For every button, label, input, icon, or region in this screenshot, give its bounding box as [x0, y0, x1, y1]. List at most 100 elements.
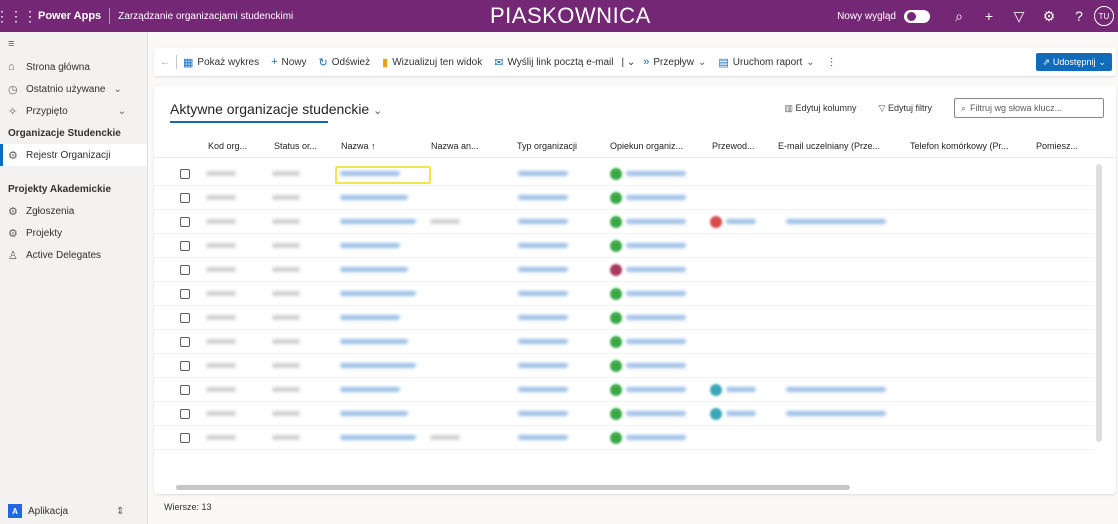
show-chart-button[interactable]: ▦ Pokaż wykres	[177, 56, 265, 69]
table-row[interactable]	[154, 258, 1094, 282]
edit-filters-button[interactable]: ▽ Edytuj filtry	[879, 103, 932, 114]
row-checkbox[interactable]	[180, 432, 190, 443]
column-header[interactable]: Telefon komórkowy (Pr...	[906, 141, 1032, 151]
row-checkbox[interactable]	[180, 264, 190, 275]
avatar[interactable]: TU	[1094, 6, 1114, 26]
new-look-label: Nowy wygląd	[837, 10, 896, 22]
new-look-toggle[interactable]	[904, 9, 930, 23]
vertical-scrollbar[interactable]	[1096, 164, 1102, 442]
sidebar-item-label: Przypięto	[26, 105, 68, 117]
table-row[interactable]	[154, 210, 1094, 234]
row-checkbox[interactable]	[180, 312, 190, 323]
more-commands-icon[interactable]: ⋮	[821, 57, 843, 68]
redacted-cell	[206, 339, 236, 344]
redacted-cell	[206, 387, 236, 392]
table-row[interactable]	[154, 282, 1094, 306]
row-checkbox[interactable]	[180, 360, 190, 371]
row-checkbox[interactable]	[180, 216, 190, 227]
redacted-cell	[206, 219, 236, 224]
view-selector[interactable]: Aktywne organizacje studenckie ⌄	[170, 101, 382, 117]
sidebar-item-registry[interactable]: ⚙ Rejestr Organizacji	[0, 144, 147, 166]
redacted-cell	[340, 387, 400, 392]
redacted-cell	[626, 411, 686, 416]
refresh-button[interactable]: ↻ Odśwież	[313, 56, 377, 69]
owner-avatar	[610, 359, 622, 372]
table-row[interactable]	[154, 162, 1094, 186]
table-row[interactable]	[154, 234, 1094, 258]
table-row[interactable]	[154, 306, 1094, 330]
sidebar-item-delegates[interactable]: ♙ Active Delegates	[0, 244, 147, 266]
table-row[interactable]	[154, 354, 1094, 378]
row-checkbox[interactable]	[180, 408, 190, 419]
table-row[interactable]	[154, 330, 1094, 354]
row-checkbox[interactable]	[180, 192, 190, 203]
brand-name[interactable]: Power Apps	[38, 10, 101, 22]
sidebar-item-projects[interactable]: ⚙ Projekty	[0, 222, 147, 244]
redacted-cell	[430, 435, 460, 440]
row-checkbox[interactable]	[180, 240, 190, 251]
columns-icon: ▥	[784, 102, 793, 113]
chevron-down-icon: ⌄	[373, 105, 383, 117]
grid-header: Kod org... Status or... Nazwa ↑ Nazwa an…	[154, 134, 1116, 158]
sidebar-item-home[interactable]: ⌂ Strona główna	[0, 56, 147, 78]
redacted-cell	[518, 411, 568, 416]
gear-icon[interactable]: ⚙	[1034, 8, 1064, 25]
edit-columns-button[interactable]: ▥ Edytuj kolumny	[784, 103, 856, 114]
search-icon[interactable]: ⌕	[944, 8, 974, 25]
person-icon: ♙	[8, 249, 18, 262]
app-switcher[interactable]: A Aplikacja ⇕	[0, 498, 148, 524]
help-icon[interactable]: ?	[1064, 8, 1094, 24]
owner-avatar	[610, 335, 622, 348]
filter-icon[interactable]: ▽	[1004, 8, 1034, 25]
column-header[interactable]: Kod org...	[204, 141, 270, 151]
redacted-cell	[626, 339, 686, 344]
column-header[interactable]: Nazwa ↑	[337, 141, 427, 151]
app-name[interactable]: Zarządzanie organizacjami studenckimi	[118, 11, 293, 22]
row-checkbox[interactable]	[180, 384, 190, 395]
sidebar-item-recent[interactable]: ◷ Ostatnio używane ⌄	[0, 78, 147, 100]
chevron-down-icon: ⌄	[806, 56, 815, 68]
row-checkbox[interactable]	[180, 168, 190, 179]
new-button[interactable]: + Nowy	[265, 56, 312, 68]
visualize-button[interactable]: ▮ Wizualizuj ten widok	[376, 56, 488, 69]
view-underline	[170, 121, 328, 123]
owner-avatar	[610, 431, 622, 444]
email-link-dropdown[interactable]: | ⌄	[620, 57, 638, 68]
chevron-down-icon: ⌄	[1098, 56, 1106, 67]
back-button[interactable]: ←	[154, 57, 176, 68]
flow-button[interactable]: » Przepływ ⌄	[637, 56, 712, 68]
sidebar-item-submissions[interactable]: ⚙ Zgłoszenia	[0, 200, 147, 222]
hamburger-icon[interactable]: ≡	[0, 32, 147, 56]
redacted-cell	[206, 267, 236, 272]
column-header[interactable]: Przewod...	[708, 141, 774, 151]
table-row[interactable]	[154, 402, 1094, 426]
redacted-cell	[340, 363, 416, 368]
redacted-cell	[626, 267, 686, 272]
row-checkbox[interactable]	[180, 288, 190, 299]
app-launcher-icon[interactable]: ⋮⋮⋮	[0, 0, 37, 32]
email-link-button[interactable]: ✉ Wyślij link pocztą e-mail	[488, 56, 619, 69]
redacted-cell	[340, 315, 400, 320]
horizontal-scrollbar[interactable]	[176, 485, 850, 490]
table-row[interactable]	[154, 378, 1094, 402]
column-header[interactable]: Status or...	[270, 141, 337, 151]
keyword-filter-input[interactable]: ⌕ Filtruj wg słowa klucz...	[954, 98, 1104, 118]
sidebar-item-pinned[interactable]: ✧ Przypięto ⌄	[0, 100, 147, 122]
sidebar-section-title: Organizacje Studenckie	[8, 127, 121, 139]
owner-avatar	[610, 167, 622, 180]
column-header[interactable]: Nazwa an...	[427, 141, 513, 151]
redacted-cell	[518, 339, 568, 344]
share-button[interactable]: ⇗ Udostępnij ⌄	[1036, 53, 1112, 71]
column-header[interactable]: Typ organizacji	[513, 141, 606, 151]
plus-icon[interactable]: +	[974, 8, 1004, 24]
column-header[interactable]: Opiekun organiz...	[606, 141, 708, 151]
table-row[interactable]	[154, 186, 1094, 210]
redacted-cell	[340, 339, 408, 344]
redacted-cell	[518, 291, 568, 296]
table-row[interactable]	[154, 426, 1094, 450]
run-report-button[interactable]: ▤ Uruchom raport ⌄	[712, 56, 820, 69]
column-header[interactable]: E-mail uczelniany (Prze...	[774, 141, 906, 151]
sidebar-item-label: Strona główna	[26, 61, 90, 73]
row-checkbox[interactable]	[180, 336, 190, 347]
column-header[interactable]: Pomiesz...	[1032, 141, 1100, 151]
